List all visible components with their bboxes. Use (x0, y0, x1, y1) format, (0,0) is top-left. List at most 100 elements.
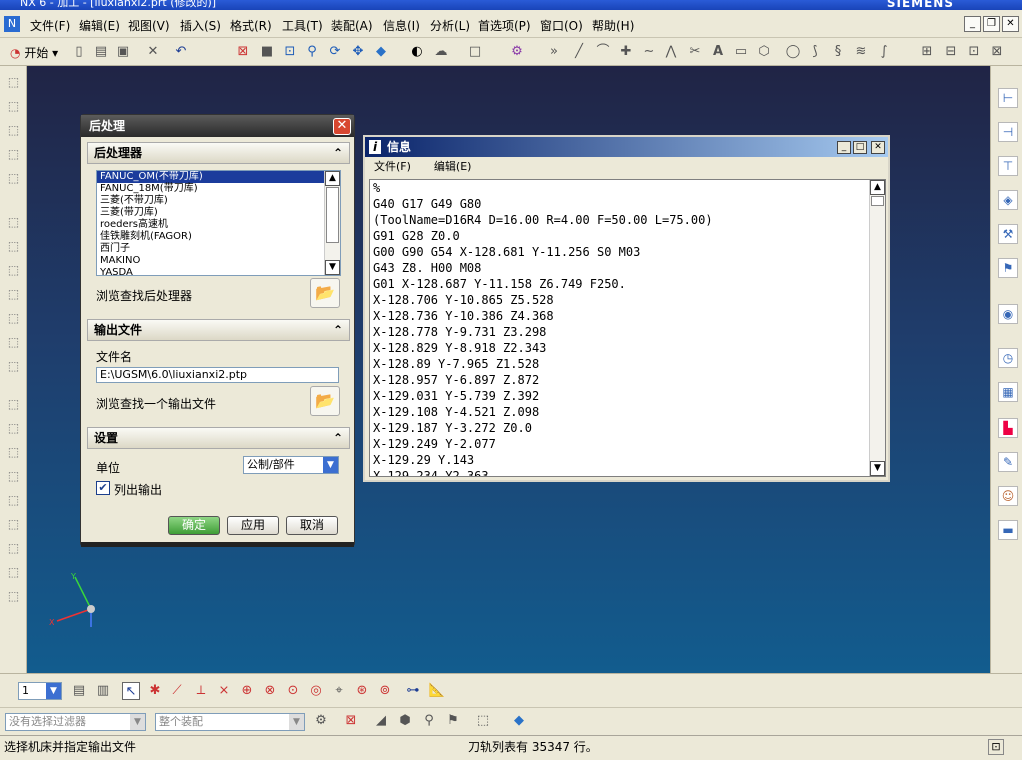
magnify-icon[interactable]: ⚲ (303, 43, 321, 61)
group-settings[interactable]: 设置 ⌃ (87, 427, 350, 449)
system-scenes-icon[interactable]: ▬ (998, 520, 1018, 540)
layer-visible-icon[interactable]: ▥ (94, 682, 112, 700)
polygon-icon[interactable]: ⬡ (755, 43, 773, 61)
info-close-icon[interactable]: ✕ (871, 141, 885, 154)
line-icon[interactable]: ╱ (570, 43, 588, 61)
minimize-icon[interactable]: _ (964, 16, 981, 32)
operation-navigator-icon[interactable]: ◈ (998, 190, 1018, 210)
snap-existing-icon[interactable]: ⊙ (284, 682, 302, 700)
filter-settings-icon[interactable]: ⚙ (312, 712, 330, 730)
select-icon[interactable]: ↖ (122, 682, 140, 700)
list-item[interactable]: FANUC_OM(不带刀库) (97, 171, 340, 183)
info-menu-edit[interactable]: 编辑(E) (434, 160, 472, 173)
cancel-button[interactable]: 取消 (286, 516, 338, 535)
constraint-navigator-icon[interactable]: ⊣ (998, 122, 1018, 142)
scroll-down-icon[interactable]: ▼ (870, 461, 885, 476)
text-icon[interactable]: A (709, 43, 727, 61)
scroll-down-icon[interactable]: ▼ (325, 260, 340, 275)
layer-select[interactable]: 1 ▼ (18, 682, 62, 700)
background-icon[interactable]: □ (466, 43, 484, 61)
shade-icon[interactable]: ☁ (432, 43, 450, 61)
group-postprocessor[interactable]: 后处理器 ⌃ (87, 142, 350, 164)
spline-icon[interactable]: ∼ (640, 43, 658, 61)
feature-selection-icon[interactable]: ⚲ (420, 712, 438, 730)
scroll-thumb[interactable] (326, 187, 339, 243)
list-item[interactable]: MAKINO (97, 255, 340, 267)
cut-icon[interactable]: ✕ (144, 43, 162, 61)
create-method-icon[interactable]: ⬚ (5, 146, 22, 163)
create-program-icon[interactable]: ⬚ (5, 74, 22, 91)
list-item[interactable]: 西门子 (97, 243, 340, 255)
browse-post-folder-icon[interactable]: 📂 (310, 278, 340, 308)
list-item[interactable]: FANUC_18M(带刀库) (97, 183, 340, 195)
snap-endpoint-icon[interactable]: ✱ (146, 682, 164, 700)
menu-assembly[interactable]: 装配(A) (331, 17, 373, 34)
edit-object-icon[interactable]: ⬚ (5, 396, 22, 413)
list-item[interactable]: 佳铁雕刻机(FAGOR) (97, 231, 340, 243)
properties-icon[interactable]: ⬚ (5, 564, 22, 581)
delete-object-icon[interactable]: ⬚ (5, 468, 22, 485)
snap-control-icon[interactable]: ⟂ (192, 682, 210, 700)
arc-icon[interactable]: ⌒ (594, 43, 612, 61)
new-icon[interactable]: ▯ (70, 43, 88, 61)
type-filter-select[interactable]: 没有选择过滤器 ▼ (5, 713, 146, 731)
info-text-area[interactable]: % G40 G17 G49 G80 (ToolName=D16R4 D=16.0… (369, 179, 886, 477)
fit-icon[interactable]: ⊠ (234, 43, 252, 61)
assembly-navigator-icon[interactable]: ⊢ (998, 88, 1018, 108)
chevron-down-icon[interactable]: ▼ (323, 457, 338, 473)
restore-icon[interactable]: ❐ (983, 16, 1000, 32)
web-browser-icon[interactable]: ◉ (998, 304, 1018, 324)
rectangle-icon[interactable]: ▭ (732, 43, 750, 61)
zoom-icon[interactable]: ⊡ (281, 43, 299, 61)
info-minimize-icon[interactable]: _ (837, 141, 851, 154)
ellipse-icon[interactable]: ◯ (784, 43, 802, 61)
save-icon[interactable]: ▣ (114, 43, 132, 61)
menu-preferences[interactable]: 首选项(P) (478, 17, 531, 34)
close-icon[interactable]: ✕ (1002, 16, 1019, 32)
postprocessor-list[interactable]: FANUC_OM(不带刀库) FANUC_18M(带刀库) 三菱(不带刀库) 三… (96, 170, 341, 276)
status-expand-icon[interactable]: ⊡ (988, 739, 1004, 755)
component-selection-icon[interactable]: ⚑ (444, 712, 462, 730)
shop-doc-icon[interactable]: ⬚ (5, 358, 22, 375)
pan-icon[interactable]: ✥ (349, 43, 367, 61)
filename-input[interactable]: E:\UGSM\6.0\liuxianxi2.ptp (96, 367, 339, 383)
view-cube-icon[interactable]: ◆ (372, 43, 390, 61)
part-navigator-icon[interactable]: ⊤ (998, 156, 1018, 176)
roles-icon[interactable]: ☺ (998, 486, 1018, 506)
snap-surface-icon[interactable]: ⌖ (330, 682, 348, 700)
body-selection-icon[interactable]: ⬢ (396, 712, 414, 730)
assembly-tools-icon[interactable]: ⊞ (918, 43, 936, 61)
units-select[interactable]: 公制/部件 ▼ (243, 456, 339, 474)
list-item[interactable]: 三菱(带刀库) (97, 207, 340, 219)
verify-path-icon[interactable]: ⬚ (5, 286, 22, 303)
chevron-down-icon[interactable]: ▼ (130, 714, 145, 730)
machine-navigator-icon[interactable]: ⚒ (998, 224, 1018, 244)
menu-info[interactable]: 信息(I) (383, 17, 420, 34)
rectangle-select-icon[interactable]: ⬚ (474, 712, 492, 730)
point-icon[interactable]: ✚ (617, 43, 635, 61)
snap-midpoint-icon[interactable]: ⟋ (168, 682, 186, 700)
snap-pole-icon[interactable]: ⊚ (376, 682, 394, 700)
list-path-icon[interactable]: ⬚ (5, 262, 22, 279)
polyline-icon[interactable]: ⋀ (662, 43, 680, 61)
info-maximize-icon[interactable]: □ (853, 141, 867, 154)
menu-tools[interactable]: 工具(T) (282, 17, 323, 34)
history-icon[interactable]: ◷ (998, 348, 1018, 368)
undo-icon[interactable]: ↶ (172, 43, 190, 61)
snap-bounded-icon[interactable]: ⊛ (353, 682, 371, 700)
scroll-thumb[interactable] (871, 196, 884, 206)
constraint-icon[interactable]: ⊡ (965, 43, 983, 61)
render-style-icon[interactable]: ◐ (408, 43, 426, 61)
create-geometry-icon[interactable]: ⬚ (5, 122, 22, 139)
component-icon[interactable]: ⊟ (942, 43, 960, 61)
menu-analysis[interactable]: 分析(L) (430, 17, 470, 34)
generate-path-icon[interactable]: ⬚ (5, 214, 22, 231)
measure-icon[interactable]: ⊶ (404, 682, 422, 700)
snap-center-icon[interactable]: ⊕ (238, 682, 256, 700)
menu-help[interactable]: 帮助(H) (592, 17, 634, 34)
apply-button[interactable]: 应用 (227, 516, 279, 535)
simulate-icon[interactable]: ⬚ (5, 310, 22, 327)
process-studio-icon[interactable]: ▙ (998, 418, 1018, 438)
menu-view[interactable]: 视图(V) (128, 17, 170, 34)
rotate-icon[interactable]: ⟳ (326, 43, 344, 61)
